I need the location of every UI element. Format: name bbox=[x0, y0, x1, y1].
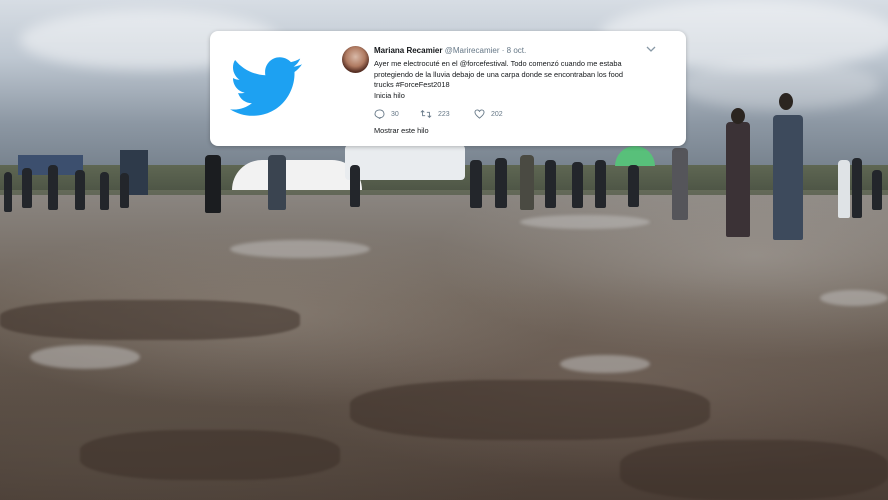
person bbox=[852, 158, 862, 218]
person bbox=[75, 170, 85, 210]
mud-streak bbox=[620, 440, 888, 500]
mud-streak bbox=[350, 380, 710, 440]
white-tent bbox=[232, 160, 362, 190]
person bbox=[48, 165, 58, 210]
person bbox=[470, 160, 482, 208]
person bbox=[545, 160, 556, 208]
like-button[interactable]: 202 bbox=[474, 109, 503, 119]
person bbox=[495, 158, 507, 208]
person bbox=[268, 155, 286, 210]
tweet-text-line: protegiendo de la lluvia debajo de una c… bbox=[374, 69, 624, 79]
person bbox=[773, 115, 803, 240]
person bbox=[4, 172, 12, 212]
reply-icon bbox=[374, 109, 385, 120]
person bbox=[120, 173, 129, 208]
reply-button[interactable]: 30 bbox=[374, 109, 399, 120]
person bbox=[22, 168, 32, 208]
tweet-text-line: trucks #ForceFest2018 bbox=[374, 80, 450, 90]
author-handle[interactable]: @Marirecamier bbox=[445, 46, 500, 55]
person bbox=[838, 160, 850, 218]
person bbox=[628, 165, 639, 207]
person bbox=[872, 170, 882, 210]
person bbox=[672, 148, 688, 220]
person bbox=[595, 160, 606, 208]
person bbox=[520, 155, 534, 210]
separator-dot: · bbox=[501, 46, 505, 55]
puddle bbox=[820, 290, 888, 306]
show-thread-link[interactable]: Mostrar este hilo bbox=[374, 126, 429, 135]
tweet-date[interactable]: 8 oct. bbox=[507, 46, 527, 55]
tweet-text-line: Ayer me electrocuté en el @forcefestival… bbox=[374, 59, 622, 68]
avatar[interactable] bbox=[342, 46, 369, 73]
reply-count: 30 bbox=[391, 110, 399, 118]
retweet-count: 223 bbox=[438, 110, 450, 118]
author-name[interactable]: Mariana Recamier bbox=[374, 46, 442, 55]
tweet-text-line: Inicia hilo bbox=[374, 90, 405, 100]
twitter-bird-icon bbox=[230, 57, 302, 116]
chevron-down-icon[interactable] bbox=[646, 45, 658, 55]
heart-icon bbox=[474, 109, 485, 119]
tweet-text: Ayer me electrocuté en el @forcefestival… bbox=[374, 59, 664, 101]
person bbox=[572, 162, 583, 208]
person bbox=[100, 172, 109, 210]
retweet-icon bbox=[420, 109, 432, 119]
mud-streak bbox=[0, 300, 300, 340]
retweet-button[interactable]: 223 bbox=[420, 109, 450, 119]
person-head bbox=[731, 108, 745, 124]
puddle bbox=[520, 215, 650, 229]
like-count: 202 bbox=[491, 110, 503, 118]
person bbox=[726, 122, 750, 237]
person-head bbox=[779, 93, 793, 110]
white-tent bbox=[345, 145, 465, 180]
person bbox=[350, 165, 360, 207]
tweet-header: Mariana Recamier @Marirecamier · 8 oct. bbox=[374, 46, 526, 55]
puddle bbox=[30, 345, 140, 369]
puddle bbox=[230, 240, 370, 258]
mud-streak bbox=[80, 430, 340, 480]
tweet-card[interactable]: Mariana Recamier @Marirecamier · 8 oct. … bbox=[210, 31, 686, 146]
puddle bbox=[560, 355, 650, 373]
person bbox=[205, 155, 221, 213]
